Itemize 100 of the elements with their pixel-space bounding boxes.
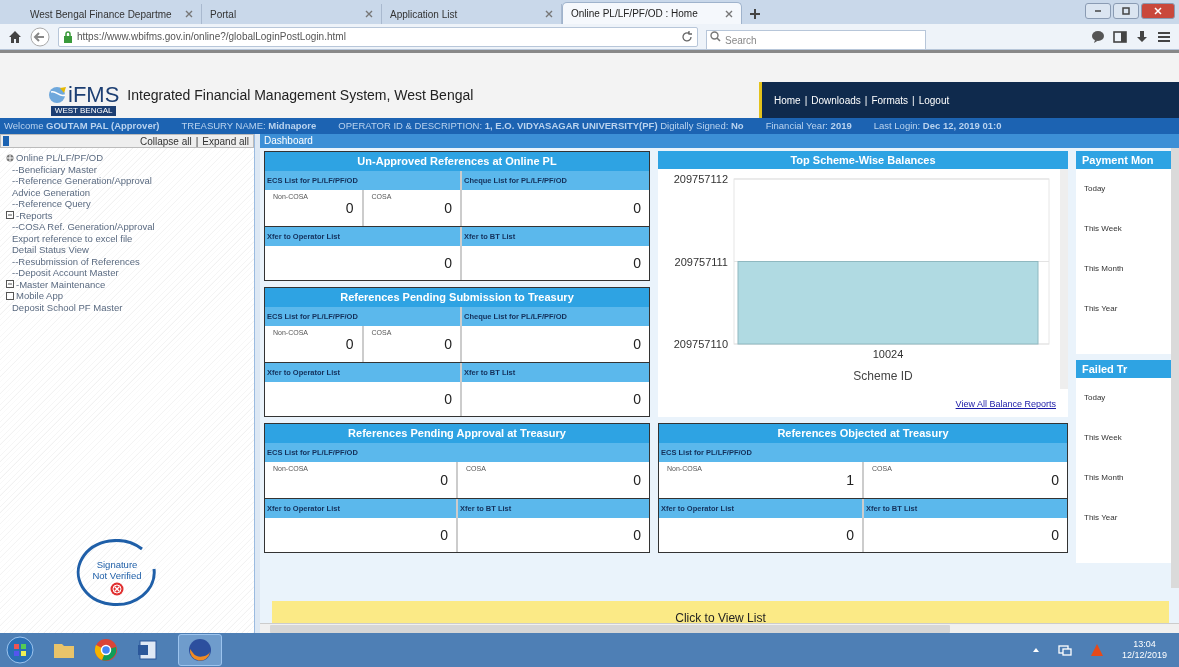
horizontal-scrollbar[interactable] xyxy=(260,623,1179,633)
reload-icon[interactable] xyxy=(681,30,693,43)
menu-item[interactable]: -Master Maintenance xyxy=(16,278,106,290)
tray-arrow-icon[interactable] xyxy=(1031,646,1040,654)
menu-item[interactable]: --Deposit Account Master xyxy=(6,267,119,279)
collapse-icon[interactable] xyxy=(6,280,14,289)
logo-subtitle: WEST BENGAL xyxy=(50,106,117,116)
sidebar-icon[interactable] xyxy=(1113,29,1127,44)
menu-item[interactable]: --Reference Generation/Approval xyxy=(6,175,152,187)
count-value[interactable]: 0 xyxy=(633,524,641,546)
network-icon[interactable] xyxy=(1057,643,1072,657)
nav-link[interactable]: Logout xyxy=(918,92,950,108)
vertical-scrollbar[interactable] xyxy=(1171,148,1179,588)
period-label: Today xyxy=(1084,392,1107,404)
download-icon[interactable] xyxy=(1135,29,1149,44)
menu-icon[interactable] xyxy=(1157,29,1171,44)
separator-text: | xyxy=(864,93,868,108)
count-value[interactable]: 0 xyxy=(1051,524,1059,546)
close-button[interactable] xyxy=(1141,3,1175,19)
back-icon[interactable] xyxy=(30,26,50,47)
count-value[interactable]: 0 xyxy=(1051,470,1059,491)
count-value[interactable]: 0 xyxy=(345,334,354,355)
info-text: Financial Year: 2019 xyxy=(765,118,852,133)
collapse-icon[interactable] xyxy=(6,211,14,220)
count-value[interactable]: 0 xyxy=(633,333,641,355)
count-value[interactable]: 0 xyxy=(440,524,448,546)
expand-link[interactable]: Expand all xyxy=(202,133,249,149)
info-text: Last Login: Dec 12, 2019 01:0 xyxy=(873,118,1002,133)
period-label: This Year xyxy=(1084,512,1119,524)
home-icon[interactable] xyxy=(8,29,22,44)
period-label: This Week xyxy=(1084,223,1123,235)
menu-item[interactable]: --Beneficiary Master xyxy=(6,163,97,175)
signature-status: Signature xyxy=(96,558,138,570)
start-orb-icon[interactable] xyxy=(6,636,34,664)
checkbox-icon[interactable] xyxy=(6,291,14,300)
period-label: This Year xyxy=(1084,303,1119,315)
minimize-button[interactable] xyxy=(1085,3,1111,19)
panel-title: References Pending Approval at Treasury xyxy=(265,424,649,443)
period-label: Today xyxy=(1084,183,1107,195)
maximize-icon[interactable] xyxy=(1120,5,1132,17)
scrollbar[interactable] xyxy=(1060,169,1068,389)
close-icon[interactable] xyxy=(365,10,373,18)
nav-link[interactable]: Formats xyxy=(871,92,909,108)
axis-tick-label: 209757112 xyxy=(673,173,728,185)
chat-icon[interactable] xyxy=(1091,29,1105,44)
menu-item[interactable]: Export reference to excel file xyxy=(6,232,133,244)
maximize-button[interactable] xyxy=(1113,3,1139,19)
menu-item[interactable]: Online PL/LF/PF/OD xyxy=(16,152,104,164)
collapse-link[interactable]: Collapse all xyxy=(140,133,192,149)
count-value[interactable]: 0 xyxy=(633,197,641,219)
count-value[interactable]: 0 xyxy=(345,198,354,219)
nav-link[interactable]: Home xyxy=(774,92,801,108)
site-title: Integrated Financial Management System, West Bengal xyxy=(127,86,474,105)
close-icon[interactable] xyxy=(545,10,553,18)
clock-date: 12/12/2019 xyxy=(1121,650,1167,661)
count-value[interactable]: 0 xyxy=(633,470,641,491)
browser-tab[interactable]: Online PL/LF/PF/OD : Home xyxy=(562,2,742,24)
panel-title: References Objected at Treasury xyxy=(659,424,1067,443)
globe-icon[interactable] xyxy=(6,153,14,162)
document-icon[interactable] xyxy=(136,638,160,662)
globe-icon[interactable] xyxy=(48,86,68,104)
count-value[interactable]: 0 xyxy=(444,334,452,355)
count-value[interactable]: 0 xyxy=(633,388,641,410)
count-value[interactable]: 1 xyxy=(846,470,854,491)
panel-title: Top Scheme-Wise Balances xyxy=(658,151,1068,169)
menu-item[interactable]: Detail Status View xyxy=(6,244,89,256)
count-value[interactable]: 0 xyxy=(444,198,452,219)
menu-item[interactable]: Deposit School PF Master xyxy=(6,301,123,313)
count-value[interactable]: 0 xyxy=(444,252,452,274)
browser-icon[interactable] xyxy=(94,638,118,662)
menu-item[interactable]: Advice Generation xyxy=(6,186,91,198)
separator-text: | xyxy=(804,93,808,108)
panel-title: References Pending Submission to Treasury xyxy=(265,288,649,307)
menu-item[interactable]: -Reports xyxy=(16,209,53,221)
report-link[interactable]: View All Balance Reports xyxy=(955,397,1056,411)
panel-title: Un-Approved References at Online PL xyxy=(265,152,649,171)
close-icon[interactable] xyxy=(1152,5,1164,17)
lock-icon[interactable] xyxy=(63,30,73,43)
count-value[interactable]: 0 xyxy=(633,252,641,274)
count-value[interactable]: 0 xyxy=(440,470,448,491)
address-bar[interactable]: https://www.wbifms.gov.in/online?/globalLoginPostLogin.html xyxy=(58,26,698,47)
count-value[interactable]: 0 xyxy=(846,524,854,546)
view-list-button[interactable]: Click to View List xyxy=(272,601,1169,623)
menu-item[interactable]: --Resubmission of References xyxy=(6,255,140,267)
nav-link[interactable]: Downloads xyxy=(811,92,861,108)
menu-item[interactable]: Mobile App xyxy=(16,290,63,302)
count-value[interactable]: 0 xyxy=(444,388,452,410)
info-text: OPERATOR ID & DESCRIPTION: 1, E.O. VIDYASAGAR UNIVERSITY(PF) Digitally Signed: No xyxy=(338,118,744,133)
signature-status: Not Verified xyxy=(92,569,142,581)
search-icon[interactable] xyxy=(710,30,721,42)
axis-tick-label: 209757111 xyxy=(674,255,728,268)
info-text: Welcome GOUTAM PAL (Approver) xyxy=(4,118,160,133)
close-icon[interactable] xyxy=(725,9,733,18)
search-field[interactable]: Search xyxy=(706,30,926,50)
menu-item[interactable]: --COSA Ref. Generation/Approval xyxy=(6,221,155,233)
separator-text: | xyxy=(195,134,199,149)
close-icon[interactable] xyxy=(185,10,193,18)
menu-item[interactable]: --Reference Query xyxy=(6,198,91,210)
dashboard-title: Dashboard xyxy=(260,134,1179,148)
plus-icon[interactable] xyxy=(750,9,760,19)
